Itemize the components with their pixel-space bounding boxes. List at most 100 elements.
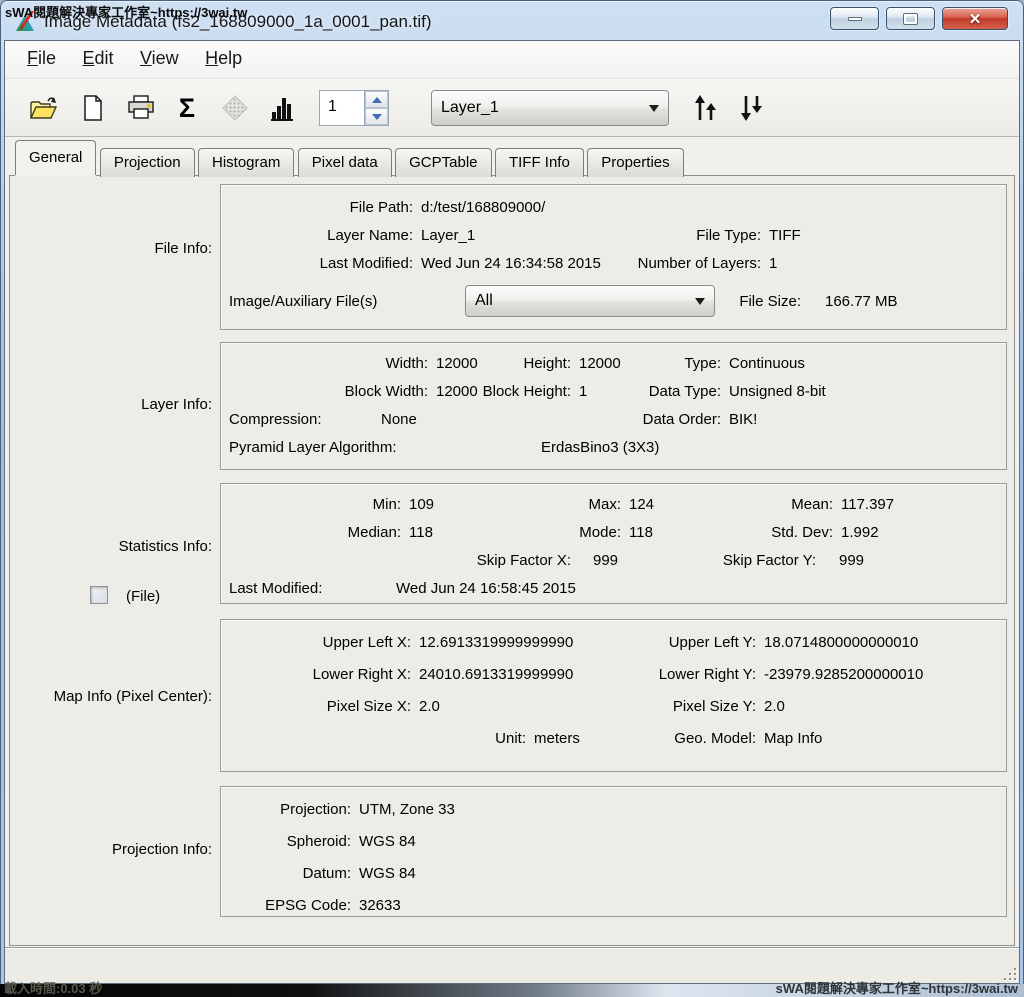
- arrows-down-icon: [738, 94, 764, 122]
- upper-left-x-label: Upper Left X:: [221, 634, 411, 654]
- statistics-file-checkbox[interactable]: [90, 586, 108, 604]
- statistics-section-label: Statistics Info:: [10, 538, 212, 555]
- tab-general[interactable]: General: [15, 140, 96, 175]
- skip-factor-x-value: 999: [593, 552, 618, 572]
- data-order-value: BIK!: [729, 411, 757, 431]
- skip-factor-y-value: 999: [839, 552, 864, 572]
- minimize-icon: [848, 17, 862, 21]
- watermark-bottom-right: sWA閱題解決專家工作室~https://3wai.tw: [776, 978, 1018, 997]
- ascend-layers-button[interactable]: [687, 90, 723, 126]
- menu-edit[interactable]: Edit: [82, 48, 113, 69]
- pyramid-algorithm-value: ErdasBino3 (3X3): [541, 439, 659, 459]
- file-info-groupbox: File Path: d:/test/168809000/ Layer Name…: [220, 184, 1007, 330]
- std-dev-label: Std. Dev:: [633, 524, 833, 544]
- chevron-down-icon: [649, 105, 659, 112]
- spinner-down-button[interactable]: [365, 108, 388, 125]
- stats-last-modified-label: Last Modified:: [229, 580, 322, 600]
- pixel-size-y-value: 2.0: [764, 698, 785, 718]
- lower-right-y-value: -23979.9285200000010: [764, 666, 923, 686]
- projection-groupbox: Projection: UTM, Zone 33 Spheroid: WGS 8…: [220, 786, 1007, 917]
- minimize-button[interactable]: [830, 7, 879, 30]
- close-icon: ✕: [969, 10, 982, 28]
- new-document-button[interactable]: [75, 90, 111, 126]
- pixel-size-x-label: Pixel Size X:: [221, 698, 411, 718]
- upper-left-x-value: 12.6913319999999990: [419, 634, 573, 654]
- file-path-value: d:/test/168809000/: [421, 199, 545, 219]
- layer-selector-dropdown[interactable]: Layer_1: [431, 90, 669, 126]
- histogram-button[interactable]: [263, 90, 299, 126]
- close-button[interactable]: ✕: [942, 7, 1008, 30]
- data-order-label: Data Order:: [521, 411, 721, 431]
- spheroid-value: WGS 84: [359, 833, 416, 853]
- unit-label: Unit:: [336, 730, 526, 750]
- map-info-section-label: Map Info (Pixel Center):: [10, 688, 212, 705]
- printer-icon: [127, 94, 155, 122]
- print-button[interactable]: [123, 90, 159, 126]
- pixel-size-y-label: Pixel Size Y:: [556, 698, 756, 718]
- maximize-button[interactable]: [886, 7, 935, 30]
- open-folder-icon: [28, 94, 58, 122]
- general-tab-page: File Info: Layer Info: Statistics Info: …: [9, 175, 1015, 946]
- window-controls: ✕: [830, 7, 1008, 30]
- statistics-button[interactable]: Σ: [169, 90, 205, 126]
- file-size-label: File Size:: [641, 293, 801, 313]
- layer-info-groupbox: Width: 12000 Height: 12000 Type: Continu…: [220, 342, 1007, 470]
- tab-pixel-data[interactable]: Pixel data: [298, 148, 392, 177]
- tab-tiff-info[interactable]: TIFF Info: [495, 148, 584, 177]
- stats-last-modified-value: Wed Jun 24 16:58:45 2015: [396, 580, 576, 600]
- mean-value: 117.397: [841, 496, 894, 516]
- epsg-code-value: 32633: [359, 897, 401, 917]
- statistics-file-checkbox-label: (File): [126, 588, 160, 608]
- open-file-button[interactable]: [25, 90, 61, 126]
- watermark-top: sWA閱題解決專家工作室~https://3wai.tw: [5, 2, 247, 21]
- menu-view[interactable]: View: [140, 48, 179, 69]
- maximize-icon: [904, 14, 917, 24]
- datum-value: WGS 84: [359, 865, 416, 885]
- map-info-groupbox: Upper Left X: 12.6913319999999990 Upper …: [220, 619, 1007, 772]
- tab-gcptable[interactable]: GCPTable: [395, 148, 491, 177]
- tab-projection[interactable]: Projection: [100, 148, 195, 177]
- spinner-up-button[interactable]: [365, 91, 388, 108]
- skip-factor-x-label: Skip Factor X:: [371, 552, 571, 572]
- tab-histogram[interactable]: Histogram: [198, 148, 294, 177]
- spinner-up-icon: [372, 97, 382, 103]
- pyramid-algorithm-label: Pyramid Layer Algorithm:: [229, 439, 397, 459]
- pyramid-layers-button[interactable]: [217, 90, 253, 126]
- projection-label: Projection:: [221, 801, 351, 821]
- tab-properties[interactable]: Properties: [587, 148, 683, 177]
- layer-number-spinner: 1: [319, 90, 389, 126]
- compression-label: Compression:: [229, 411, 322, 431]
- watermark-bottom-left: 載入時間:0.03 秒: [4, 978, 102, 997]
- menu-file[interactable]: File: [27, 48, 56, 69]
- image-metadata-window: Image Metadata (fs2_168809000_1a_0001_pa…: [0, 0, 1024, 997]
- compression-value: None: [381, 411, 417, 431]
- lower-right-x-value: 24010.6913319999990: [419, 666, 573, 686]
- menu-bar: File Edit View Help: [5, 41, 1019, 79]
- median-label: Median:: [221, 524, 401, 544]
- min-label: Min:: [221, 496, 401, 516]
- descend-layers-button[interactable]: [733, 90, 769, 126]
- toolbar: Σ: [5, 79, 1019, 137]
- pixel-size-x-value: 2.0: [419, 698, 440, 718]
- datum-label: Datum:: [221, 865, 351, 885]
- layer-name-label: Layer Name:: [221, 227, 413, 247]
- skip-factor-y-label: Skip Factor Y:: [616, 552, 816, 572]
- layer-name-value: Layer_1: [421, 227, 475, 247]
- std-dev-value: 1.992: [841, 524, 879, 544]
- statistics-groupbox: Min: 109 Max: 124 Mean: 117.397 Median: …: [220, 483, 1007, 604]
- layer-number-input[interactable]: 1: [320, 91, 364, 125]
- lower-right-y-label: Lower Right Y:: [556, 666, 756, 686]
- spinner-down-icon: [372, 114, 382, 120]
- tab-strip: General Projection Histogram Pixel data …: [5, 137, 1019, 175]
- lower-right-x-label: Lower Right X:: [221, 666, 411, 686]
- menu-help[interactable]: Help: [205, 48, 242, 69]
- file-last-modified-label: Last Modified:: [221, 255, 413, 275]
- client-area: File Edit View Help: [4, 40, 1020, 984]
- aux-files-value: All: [475, 292, 493, 310]
- data-type-label: Data Type:: [521, 383, 721, 403]
- aux-files-label: Image/Auxiliary File(s): [229, 293, 377, 313]
- file-path-label: File Path:: [221, 199, 413, 219]
- spinner-buttons: [364, 91, 388, 125]
- new-document-icon: [81, 94, 105, 122]
- type-value: Continuous: [729, 355, 805, 375]
